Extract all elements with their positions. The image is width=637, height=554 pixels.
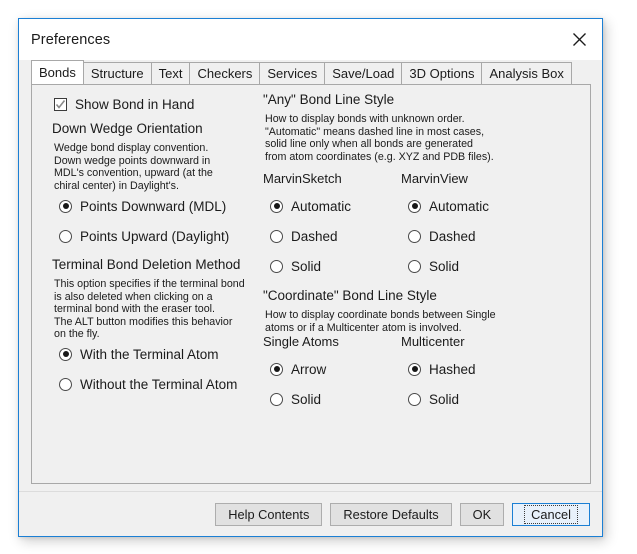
cancel-button-label: Cancel: [524, 504, 578, 524]
radio-label: Solid: [291, 391, 322, 407]
radio-marvinview-automatic[interactable]: Automatic: [408, 197, 489, 215]
radio-marvinsketch-solid[interactable]: Solid: [270, 257, 321, 275]
radio-points-upward-daylight[interactable]: Points Upward (Daylight): [59, 227, 229, 245]
radio-indicator: [408, 199, 421, 213]
radio-marvinsketch-automatic[interactable]: Automatic: [270, 197, 351, 215]
radio-without-the-terminal-atom[interactable]: Without the Terminal Atom: [59, 375, 237, 393]
radio-single-atoms-arrow[interactable]: Arrow: [270, 360, 326, 378]
terminal-bond-deletion-description: This option specifies if the terminal bo…: [54, 278, 245, 341]
down-wedge-orientation-description: Wedge bond display convention. Down wedg…: [54, 142, 213, 192]
radio-indicator: [270, 229, 283, 243]
show-bond-in-hand-label: Show Bond in Hand: [75, 97, 195, 112]
tab-text[interactable]: Text: [150, 62, 191, 84]
terminal-bond-deletion-title: Terminal Bond Deletion Method: [52, 257, 241, 272]
radio-with-the-terminal-atom[interactable]: With the Terminal Atom: [59, 345, 219, 363]
tab-structure[interactable]: Structure: [82, 62, 152, 84]
radio-marvinview-dashed[interactable]: Dashed: [408, 227, 476, 245]
radio-label: Dashed: [429, 228, 476, 244]
radio-indicator: [270, 362, 283, 376]
radio-indicator: [59, 347, 72, 361]
marvinview-label: MarvinView: [401, 171, 468, 186]
radio-indicator: [59, 229, 72, 243]
multicenter-label: Multicenter: [401, 334, 465, 349]
radio-label: Points Upward (Daylight): [80, 228, 230, 244]
cancel-button[interactable]: Cancel: [512, 502, 590, 526]
radio-label: Solid: [429, 258, 460, 274]
radio-indicator: [408, 362, 421, 376]
single-atoms-label: Single Atoms: [263, 334, 339, 349]
tab-bonds[interactable]: Bonds: [31, 60, 84, 84]
radio-indicator: [408, 259, 421, 273]
marvinsketch-label: MarvinSketch: [263, 171, 342, 186]
radio-label: Solid: [291, 258, 322, 274]
radio-label: Dashed: [291, 228, 338, 244]
help-contents-button[interactable]: Help Contents: [215, 502, 323, 526]
radio-indicator: [408, 229, 421, 243]
desktop-background: Preferences Bonds Structure Text Checker…: [0, 0, 637, 554]
dialog-footer: Help Contents Restore Defaults OK Cancel: [19, 491, 602, 536]
tab-services[interactable]: Services: [259, 62, 326, 84]
preferences-dialog: Preferences Bonds Structure Text Checker…: [18, 18, 603, 537]
ok-button[interactable]: OK: [459, 502, 505, 526]
dialog-titlebar[interactable]: Preferences: [19, 19, 602, 60]
bonds-tab-panel: Show Bond in Hand Down Wedge Orientation…: [31, 84, 591, 484]
radio-label: Without the Terminal Atom: [80, 376, 238, 392]
radio-marvinview-solid[interactable]: Solid: [408, 257, 459, 275]
tab-analysis-box[interactable]: Analysis Box: [481, 62, 572, 84]
radio-indicator: [270, 392, 283, 406]
radio-label: Hashed: [429, 361, 476, 377]
radio-label: Automatic: [429, 198, 490, 214]
radio-indicator: [408, 392, 421, 406]
radio-label: Automatic: [291, 198, 352, 214]
radio-points-downward-mdl[interactable]: Points Downward (MDL): [59, 197, 226, 215]
show-bond-in-hand-checkbox[interactable]: Show Bond in Hand: [54, 97, 194, 112]
dialog-title: Preferences: [31, 31, 111, 48]
restore-defaults-button[interactable]: Restore Defaults: [330, 502, 452, 526]
tab-3d-options[interactable]: 3D Options: [401, 62, 483, 84]
radio-indicator: [270, 259, 283, 273]
tab-save-load[interactable]: Save/Load: [324, 62, 403, 84]
radio-label: Solid: [429, 391, 460, 407]
radio-indicator: [270, 199, 283, 213]
radio-label: Points Downward (MDL): [80, 198, 227, 214]
coordinate-bond-line-style-title: "Coordinate" Bond Line Style: [263, 288, 437, 303]
radio-indicator: [59, 199, 72, 213]
close-icon[interactable]: [557, 19, 602, 60]
radio-single-atoms-solid[interactable]: Solid: [270, 390, 321, 408]
radio-multicenter-hashed[interactable]: Hashed: [408, 360, 476, 378]
radio-marvinsketch-dashed[interactable]: Dashed: [270, 227, 338, 245]
down-wedge-orientation-title: Down Wedge Orientation: [52, 121, 203, 136]
checkmark-icon: [54, 98, 67, 111]
radio-label: Arrow: [291, 361, 327, 377]
tab-checkers[interactable]: Checkers: [189, 62, 261, 84]
any-bond-line-style-description: How to display bonds with unknown order.…: [265, 113, 494, 163]
coordinate-bond-line-style-description: How to display coordinate bonds between …: [265, 309, 496, 334]
any-bond-line-style-title: "Any" Bond Line Style: [263, 92, 395, 107]
radio-label: With the Terminal Atom: [80, 346, 219, 362]
radio-indicator: [59, 377, 72, 391]
tab-strip: Bonds Structure Text Checkers Services S…: [19, 60, 602, 84]
radio-multicenter-solid[interactable]: Solid: [408, 390, 459, 408]
